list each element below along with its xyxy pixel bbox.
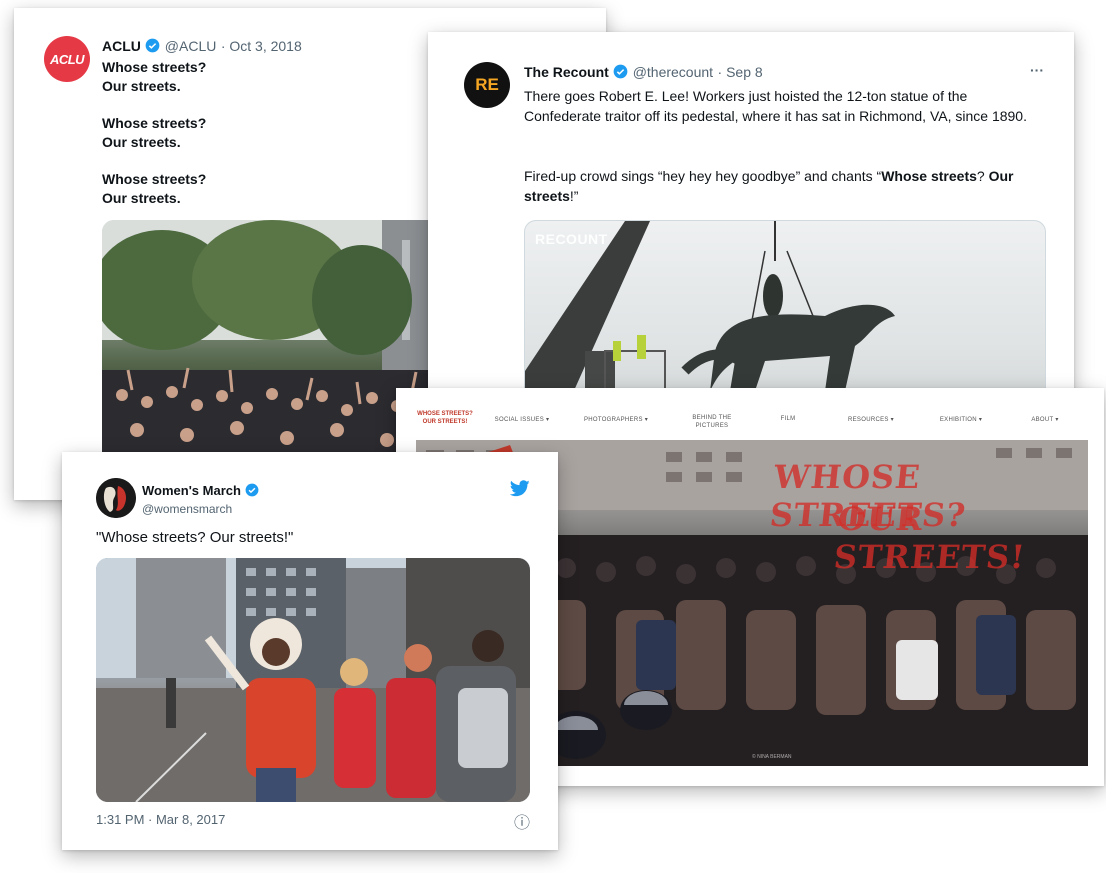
recount-paragraph-1: There goes Robert E. Lee! Workers just h… — [524, 88, 1027, 124]
nav-social-issues[interactable]: SOCIAL ISSUES ▾ — [492, 416, 552, 423]
womens-march-photo-scene — [96, 558, 530, 802]
twitter-bird-icon[interactable] — [510, 480, 530, 497]
verified-badge-icon — [613, 64, 628, 79]
aclu-date[interactable]: · Oct 3, 2018 — [221, 38, 302, 54]
recount-name[interactable]: The Recount — [524, 64, 609, 80]
recount-tweet-card: RE The Recount @therecount · Sep 8 ··· T… — [428, 32, 1074, 433]
aclu-line-a1: Our streets. — [102, 78, 181, 94]
aclu-line-a2: Our streets. — [102, 134, 181, 150]
recount-paragraph-2: Fired-up crowd sings “hey hey hey goodby… — [524, 166, 1044, 206]
womens-march-timestamp[interactable]: 1:31 PM · Mar 8, 2017 — [96, 812, 225, 827]
aclu-tweet-text: Whose streets? Our streets. Whose street… — [102, 58, 206, 208]
info-icon[interactable]: ⓘ — [514, 809, 530, 833]
site-logo-line-1: WHOSE STREETS? — [417, 411, 473, 417]
aclu-line-q3: Whose streets? — [102, 171, 207, 187]
nav-film[interactable]: FILM — [768, 416, 808, 422]
recount-header: The Recount @therecount · Sep 8 — [524, 64, 763, 82]
recount-p2-before: Fired-up crowd sings “hey hey hey goodby… — [524, 168, 882, 184]
nav-about[interactable]: ABOUT ▾ — [1020, 416, 1070, 423]
aclu-line-q2: Whose streets? — [102, 115, 207, 131]
verified-badge-icon — [145, 38, 160, 53]
womens-march-tweet-text: "Whose streets? Our streets!" — [96, 529, 294, 546]
womens-march-name[interactable]: Women's March — [142, 483, 241, 498]
aclu-line-q1: Whose streets? — [102, 59, 207, 75]
site-hero-title-line-2: OUR STREETS! — [832, 500, 1028, 576]
site-logo-line-2: OUR STREETS! — [422, 419, 468, 425]
aclu-avatar-text: ACLU — [49, 51, 85, 67]
verified-badge-icon — [245, 483, 259, 497]
recount-avatar-text: RE — [475, 75, 499, 94]
recount-p2-bold1: Whose streets — [881, 168, 977, 184]
nav-exhibition[interactable]: EXHIBITION ▾ — [926, 416, 996, 423]
aclu-name[interactable]: ACLU — [102, 38, 141, 54]
womens-march-header: Women's March @womensmarch — [142, 482, 259, 516]
nav-resources[interactable]: RESOURCES ▾ — [836, 416, 906, 423]
recount-avatar[interactable]: RE — [464, 62, 510, 108]
recount-handle[interactable]: @therecount — [633, 64, 713, 80]
recount-p2-after: !” — [569, 188, 579, 204]
recount-watermark: RECOUNT — [535, 231, 608, 247]
recount-p2-mid: ? — [976, 168, 989, 184]
recount-date[interactable]: · Sep 8 — [718, 64, 763, 80]
nav-photographers[interactable]: PHOTOGRAPHERS ▾ — [576, 416, 656, 423]
womens-march-handle[interactable]: @womensmarch — [142, 502, 259, 516]
womens-march-avatar[interactable] — [96, 478, 136, 518]
aclu-crowd-photo[interactable] — [102, 220, 442, 480]
womens-march-logo-icon — [96, 478, 136, 518]
aclu-header: ACLU @ACLU · Oct 3, 2018 — [102, 38, 302, 56]
womens-march-photo[interactable] — [96, 558, 530, 802]
more-options-icon[interactable]: ··· — [1030, 62, 1044, 78]
aclu-avatar[interactable]: ACLU — [44, 36, 90, 82]
womens-march-tweet-card: Women's March @womensmarch "Whose street… — [62, 452, 558, 850]
aclu-handle[interactable]: @ACLU — [165, 38, 217, 54]
aclu-line-a3: Our streets. — [102, 190, 181, 206]
site-logo[interactable]: WHOSE STREETS? OUR STREETS! — [416, 410, 474, 426]
aclu-photo-scene — [102, 220, 442, 480]
site-photo-credit: © NINA BERMAN — [752, 754, 792, 760]
nav-behind-the-pictures[interactable]: BEHIND THE PICTURES — [684, 414, 740, 430]
